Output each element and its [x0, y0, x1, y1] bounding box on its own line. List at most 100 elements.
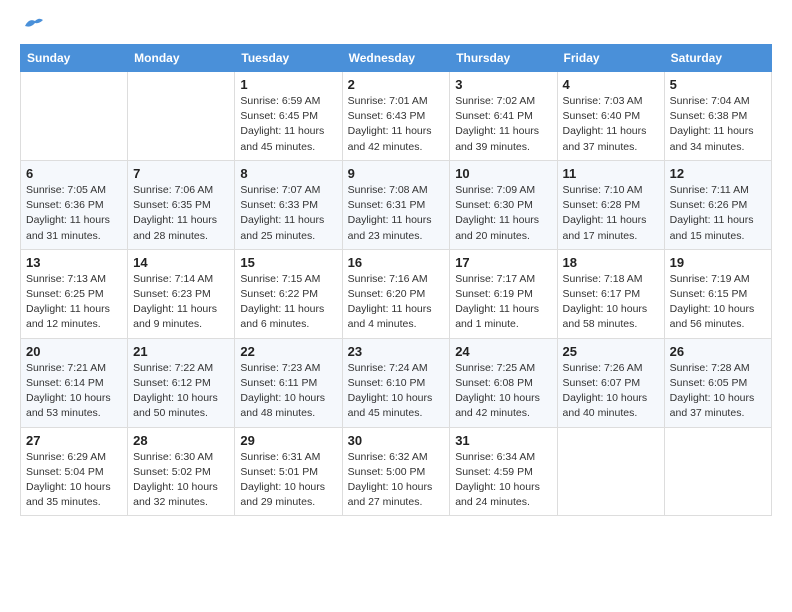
- calendar-cell: 28 Sunrise: 6:30 AM Sunset: 5:02 PM Dayli…: [128, 427, 235, 516]
- day-info: Sunrise: 6:59 AM Sunset: 6:45 PM Dayligh…: [240, 94, 336, 155]
- calendar-cell: 31 Sunrise: 6:34 AM Sunset: 4:59 PM Dayli…: [450, 427, 557, 516]
- day-info: Sunrise: 7:16 AM Sunset: 6:20 PM Dayligh…: [348, 272, 445, 333]
- day-number: 21: [133, 344, 229, 359]
- calendar-cell: 14 Sunrise: 7:14 AM Sunset: 6:23 PM Dayli…: [128, 249, 235, 338]
- calendar-cell: 17 Sunrise: 7:17 AM Sunset: 6:19 PM Dayli…: [450, 249, 557, 338]
- header: [20, 20, 772, 34]
- calendar-cell: [128, 72, 235, 161]
- calendar-cell: 9Sunrise: 7:08 AM Sunset: 6:31 PM Daylig…: [342, 160, 450, 249]
- day-number: 28: [133, 433, 229, 448]
- calendar-cell: 24 Sunrise: 7:25 AM Sunset: 6:08 PM Dayli…: [450, 338, 557, 427]
- day-number: 6: [26, 166, 122, 181]
- day-info: Sunrise: 7:24 AM Sunset: 6:10 PM Dayligh…: [348, 361, 445, 422]
- calendar-week-row: 1 Sunrise: 6:59 AM Sunset: 6:45 PM Daylig…: [21, 72, 772, 161]
- day-info: Sunrise: 6:32 AM Sunset: 5:00 PM Dayligh…: [348, 450, 445, 511]
- calendar-cell: 23 Sunrise: 7:24 AM Sunset: 6:10 PM Dayli…: [342, 338, 450, 427]
- day-number: 5: [670, 77, 766, 92]
- day-info: Sunrise: 7:23 AM Sunset: 6:11 PM Dayligh…: [240, 361, 336, 422]
- calendar-cell: 25Sunrise: 7:26 AM Sunset: 6:07 PM Dayli…: [557, 338, 664, 427]
- day-info: Sunrise: 7:17 AM Sunset: 6:19 PM Dayligh…: [455, 272, 551, 333]
- calendar-cell: 3Sunrise: 7:02 AM Sunset: 6:41 PM Daylig…: [450, 72, 557, 161]
- day-number: 13: [26, 255, 122, 270]
- day-info: Sunrise: 7:11 AM Sunset: 6:26 PM Dayligh…: [670, 183, 766, 244]
- day-number: 12: [670, 166, 766, 181]
- calendar-cell: 22Sunrise: 7:23 AM Sunset: 6:11 PM Dayli…: [235, 338, 342, 427]
- calendar-week-row: 13 Sunrise: 7:13 AM Sunset: 6:25 PM Dayli…: [21, 249, 772, 338]
- day-number: 8: [240, 166, 336, 181]
- day-info: Sunrise: 6:34 AM Sunset: 4:59 PM Dayligh…: [455, 450, 551, 511]
- day-number: 16: [348, 255, 445, 270]
- calendar-cell: 29 Sunrise: 6:31 AM Sunset: 5:01 PM Dayli…: [235, 427, 342, 516]
- calendar-cell: 20Sunrise: 7:21 AM Sunset: 6:14 PM Dayli…: [21, 338, 128, 427]
- day-number: 10: [455, 166, 551, 181]
- day-number: 4: [563, 77, 659, 92]
- day-info: Sunrise: 7:25 AM Sunset: 6:08 PM Dayligh…: [455, 361, 551, 422]
- logo: [20, 20, 45, 34]
- day-info: Sunrise: 7:21 AM Sunset: 6:14 PM Dayligh…: [26, 361, 122, 422]
- calendar-cell: 10 Sunrise: 7:09 AM Sunset: 6:30 PM Dayli…: [450, 160, 557, 249]
- day-header-friday: Friday: [557, 45, 664, 72]
- day-info: Sunrise: 7:14 AM Sunset: 6:23 PM Dayligh…: [133, 272, 229, 333]
- calendar-cell: 5 Sunrise: 7:04 AM Sunset: 6:38 PM Daylig…: [664, 72, 771, 161]
- calendar-cell: 13 Sunrise: 7:13 AM Sunset: 6:25 PM Dayli…: [21, 249, 128, 338]
- day-number: 7: [133, 166, 229, 181]
- day-number: 27: [26, 433, 122, 448]
- day-info: Sunrise: 7:19 AM Sunset: 6:15 PM Dayligh…: [670, 272, 766, 333]
- day-header-saturday: Saturday: [664, 45, 771, 72]
- day-info: Sunrise: 7:18 AM Sunset: 6:17 PM Dayligh…: [563, 272, 659, 333]
- calendar-cell: 8 Sunrise: 7:07 AM Sunset: 6:33 PM Daylig…: [235, 160, 342, 249]
- day-header-wednesday: Wednesday: [342, 45, 450, 72]
- day-info: Sunrise: 7:05 AM Sunset: 6:36 PM Dayligh…: [26, 183, 122, 244]
- calendar-cell: 21Sunrise: 7:22 AM Sunset: 6:12 PM Dayli…: [128, 338, 235, 427]
- day-header-thursday: Thursday: [450, 45, 557, 72]
- day-info: Sunrise: 7:28 AM Sunset: 6:05 PM Dayligh…: [670, 361, 766, 422]
- day-info: Sunrise: 7:15 AM Sunset: 6:22 PM Dayligh…: [240, 272, 336, 333]
- day-info: Sunrise: 7:01 AM Sunset: 6:43 PM Dayligh…: [348, 94, 445, 155]
- day-info: Sunrise: 6:30 AM Sunset: 5:02 PM Dayligh…: [133, 450, 229, 511]
- calendar-cell: 18 Sunrise: 7:18 AM Sunset: 6:17 PM Dayli…: [557, 249, 664, 338]
- day-info: Sunrise: 7:08 AM Sunset: 6:31 PM Dayligh…: [348, 183, 445, 244]
- day-info: Sunrise: 7:13 AM Sunset: 6:25 PM Dayligh…: [26, 272, 122, 333]
- day-info: Sunrise: 7:03 AM Sunset: 6:40 PM Dayligh…: [563, 94, 659, 155]
- calendar-cell: [557, 427, 664, 516]
- day-info: Sunrise: 7:04 AM Sunset: 6:38 PM Dayligh…: [670, 94, 766, 155]
- day-number: 15: [240, 255, 336, 270]
- day-info: Sunrise: 7:09 AM Sunset: 6:30 PM Dayligh…: [455, 183, 551, 244]
- calendar-week-row: 6 Sunrise: 7:05 AM Sunset: 6:36 PM Daylig…: [21, 160, 772, 249]
- calendar-cell: 7 Sunrise: 7:06 AM Sunset: 6:35 PM Daylig…: [128, 160, 235, 249]
- day-info: Sunrise: 6:29 AM Sunset: 5:04 PM Dayligh…: [26, 450, 122, 511]
- day-info: Sunrise: 7:06 AM Sunset: 6:35 PM Dayligh…: [133, 183, 229, 244]
- bird-icon: [23, 16, 45, 34]
- day-info: Sunrise: 7:07 AM Sunset: 6:33 PM Dayligh…: [240, 183, 336, 244]
- day-header-tuesday: Tuesday: [235, 45, 342, 72]
- day-number: 29: [240, 433, 336, 448]
- day-info: Sunrise: 7:26 AM Sunset: 6:07 PM Dayligh…: [563, 361, 659, 422]
- calendar-cell: 12 Sunrise: 7:11 AM Sunset: 6:26 PM Dayli…: [664, 160, 771, 249]
- calendar-cell: 6 Sunrise: 7:05 AM Sunset: 6:36 PM Daylig…: [21, 160, 128, 249]
- day-number: 24: [455, 344, 551, 359]
- calendar-cell: 16 Sunrise: 7:16 AM Sunset: 6:20 PM Dayli…: [342, 249, 450, 338]
- day-number: 31: [455, 433, 551, 448]
- day-header-sunday: Sunday: [21, 45, 128, 72]
- calendar-week-row: 20Sunrise: 7:21 AM Sunset: 6:14 PM Dayli…: [21, 338, 772, 427]
- day-header-monday: Monday: [128, 45, 235, 72]
- calendar-cell: 15 Sunrise: 7:15 AM Sunset: 6:22 PM Dayli…: [235, 249, 342, 338]
- day-number: 19: [670, 255, 766, 270]
- calendar-cell: 30Sunrise: 6:32 AM Sunset: 5:00 PM Dayli…: [342, 427, 450, 516]
- calendar-cell: [664, 427, 771, 516]
- calendar-cell: 2Sunrise: 7:01 AM Sunset: 6:43 PM Daylig…: [342, 72, 450, 161]
- day-number: 3: [455, 77, 551, 92]
- calendar-cell: [21, 72, 128, 161]
- day-info: Sunrise: 6:31 AM Sunset: 5:01 PM Dayligh…: [240, 450, 336, 511]
- calendar-cell: 11Sunrise: 7:10 AM Sunset: 6:28 PM Dayli…: [557, 160, 664, 249]
- day-number: 14: [133, 255, 229, 270]
- day-number: 18: [563, 255, 659, 270]
- calendar-cell: 19 Sunrise: 7:19 AM Sunset: 6:15 PM Dayli…: [664, 249, 771, 338]
- calendar-cell: 27 Sunrise: 6:29 AM Sunset: 5:04 PM Dayli…: [21, 427, 128, 516]
- day-number: 1: [240, 77, 336, 92]
- day-number: 17: [455, 255, 551, 270]
- day-number: 26: [670, 344, 766, 359]
- day-number: 23: [348, 344, 445, 359]
- calendar-cell: 26 Sunrise: 7:28 AM Sunset: 6:05 PM Dayli…: [664, 338, 771, 427]
- calendar-header-row: SundayMondayTuesdayWednesdayThursdayFrid…: [21, 45, 772, 72]
